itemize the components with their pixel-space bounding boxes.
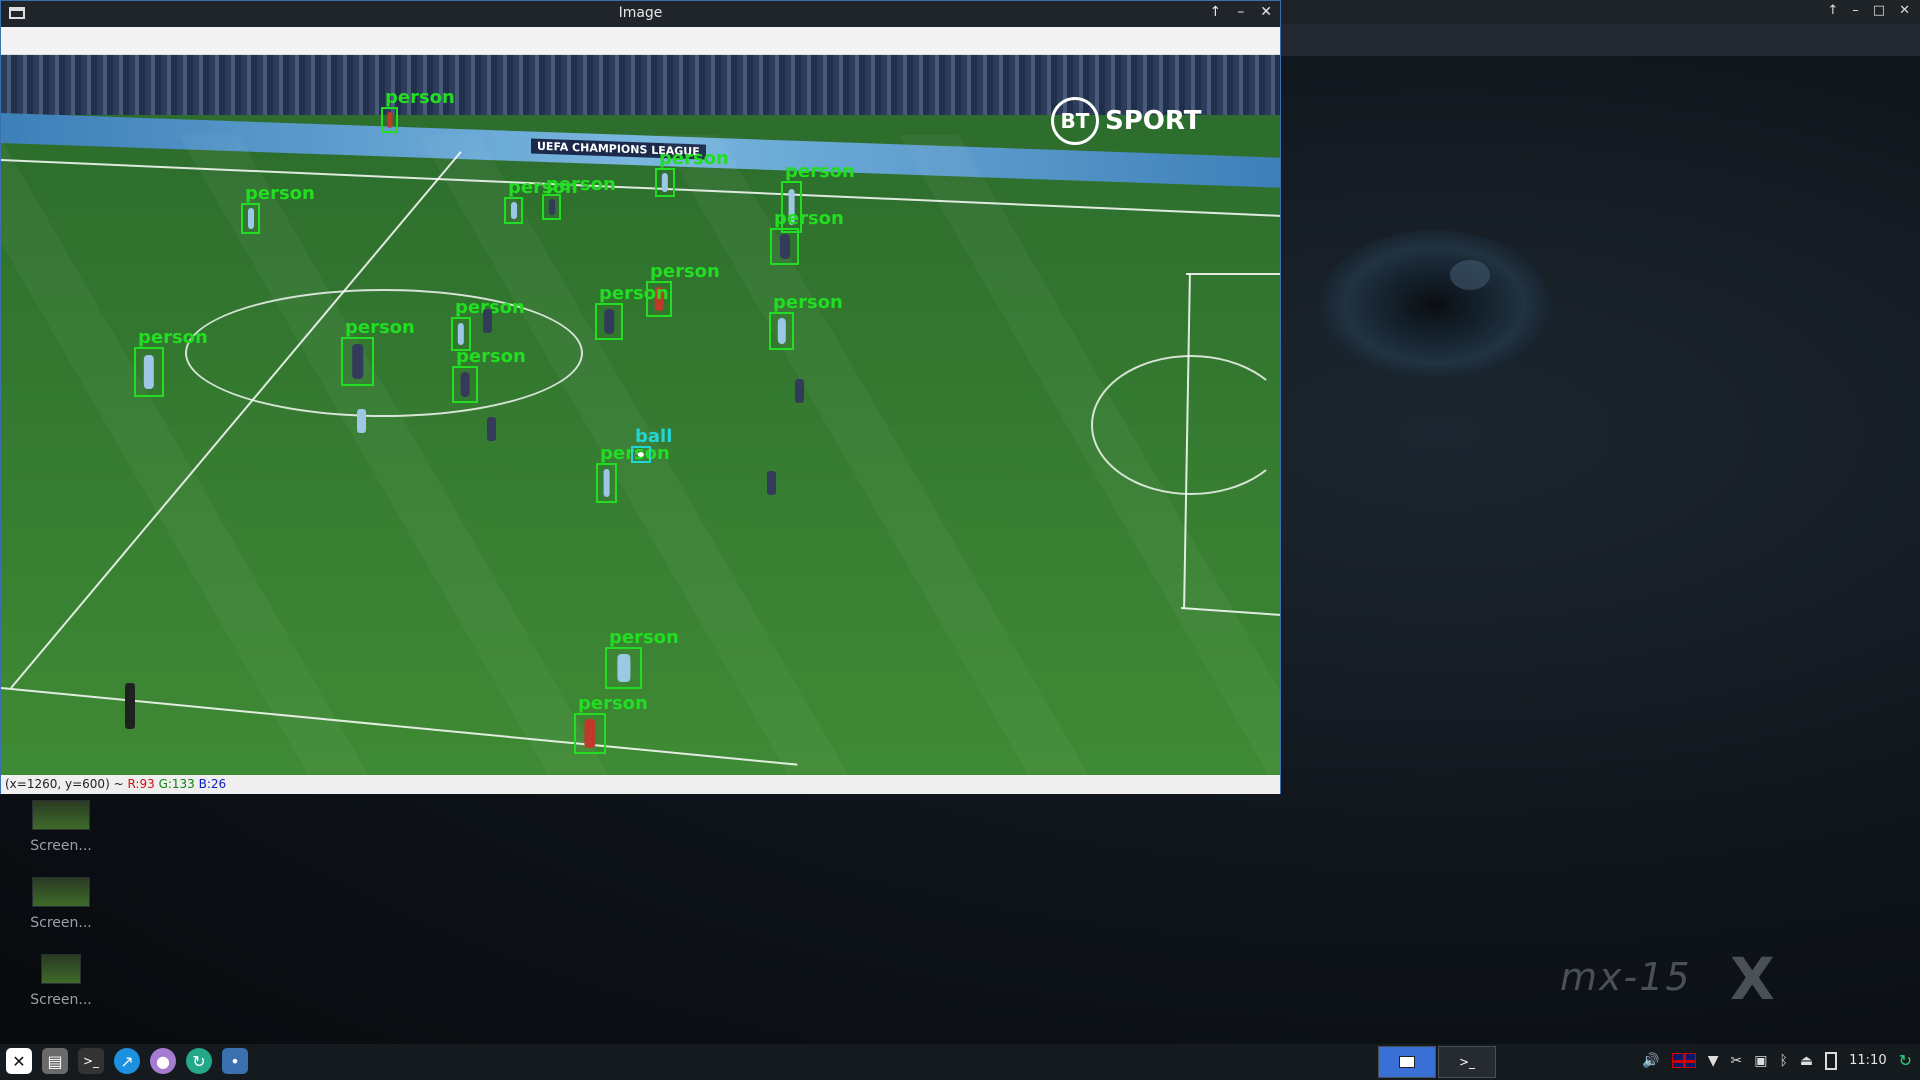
detection-box: person [542, 174, 616, 220]
close-icon[interactable]: ✕ [1899, 3, 1910, 18]
desktop-icon-screenshot-3[interactable]: Screen... [28, 954, 94, 1008]
wallpaper-cat-eye [1320, 230, 1550, 380]
detection-label: person [546, 174, 616, 195]
detection-box: person [381, 87, 455, 133]
desktop-icon-screenshot-1[interactable]: Screen... [28, 800, 94, 854]
volume-icon[interactable]: 🔊 [1642, 1053, 1659, 1069]
desktop-icon-label: Screen... [30, 992, 92, 1008]
update-status-icon[interactable]: ↻ [1899, 1051, 1912, 1070]
maximize-icon[interactable]: □ [1873, 3, 1885, 18]
wallpaper-brand: mx-15 [1560, 955, 1692, 999]
image-thumbnail [32, 877, 90, 907]
terminal-icon[interactable]: >_ [78, 1048, 104, 1074]
package-icon[interactable]: ▣ [1754, 1053, 1767, 1069]
detection-label: person [245, 183, 315, 204]
detection-label: person [785, 161, 855, 182]
detection-label: person [385, 87, 455, 108]
minimize-icon[interactable]: – [1852, 3, 1859, 18]
network-icon[interactable]: ▼ [1708, 1053, 1719, 1069]
file-manager-icon[interactable]: ▤ [42, 1048, 68, 1074]
detection-box: person [504, 177, 578, 224]
detection-box: person [605, 627, 679, 689]
detection-label: ball [635, 426, 673, 447]
desktop-icon-label: Screen... [30, 838, 92, 854]
clock[interactable]: 11:10 [1849, 1053, 1886, 1068]
battery-icon[interactable] [1825, 1051, 1838, 1070]
image-canvas[interactable]: UEFA CHAMPIONS LEAGUE BT SPORT person per… [1, 55, 1280, 775]
detection-label: person [456, 346, 526, 367]
green-value: G:133 [158, 777, 195, 791]
close-icon[interactable]: ✕ [1260, 4, 1272, 20]
keyboard-layout-flag-icon[interactable] [1671, 1053, 1696, 1068]
clipboard-icon[interactable]: ✂ [1731, 1053, 1743, 1069]
background-window-titlebar: ↑ – □ ✕ [1280, 0, 1920, 24]
window-title: Image [618, 5, 663, 21]
detection-label: person [650, 261, 720, 282]
pixel-status-bar: (x=1260, y=600) ~ R:93 G:133 B:26 [1, 775, 1280, 794]
bluetooth-icon[interactable]: ᛒ [1779, 1053, 1787, 1069]
detection-label: person [578, 693, 648, 714]
image-window[interactable]: Image ↑ – ✕ UEFA CHAMPIONS LEAGUE BT SPOR… [0, 0, 1281, 794]
background-window-toolbar [1280, 24, 1920, 56]
detection-label: person [773, 292, 843, 313]
minimize-icon[interactable]: – [1237, 4, 1244, 20]
detection-box: person [341, 317, 415, 386]
ball-detection-box: ball [631, 426, 672, 463]
desktop-icon-screenshot-2[interactable]: Screen... [28, 877, 94, 931]
detection-box: person [770, 208, 844, 265]
detection-label: person [138, 327, 208, 348]
detection-label: person [659, 148, 729, 169]
detection-box: person [595, 283, 669, 340]
penalty-arc [1091, 355, 1280, 495]
task-terminal-window[interactable]: >_ [1438, 1046, 1496, 1078]
image-thumbnail [41, 954, 81, 984]
detection-box: person [241, 183, 315, 234]
red-value: R:93 [127, 777, 155, 791]
image-thumbnail [32, 800, 90, 830]
detection-label: person [609, 627, 679, 648]
keep-above-icon[interactable]: ↑ [1210, 4, 1222, 20]
window-titlebar[interactable]: Image ↑ – ✕ [1, 1, 1280, 27]
detection-box: person [452, 346, 526, 403]
taskbar: ✕ ▤ >_ ↗ ● ↻ • >_ 🔊 ▼ ✂ ▣ ᛒ ⏏ 11:10 ↻ [0, 1044, 1920, 1080]
eject-icon[interactable]: ⏏ [1800, 1053, 1813, 1069]
cursor-coordinates: (x=1260, y=600) ~ [5, 777, 124, 791]
detection-box: person [596, 443, 670, 503]
python-icon[interactable]: • [222, 1048, 248, 1074]
detection-label: person [345, 317, 415, 338]
mx-menu-icon[interactable]: ✕ [6, 1048, 32, 1074]
maximize-up-icon[interactable]: ↑ [1827, 3, 1838, 18]
detection-box: person [134, 327, 208, 397]
broadcaster-logo: BT SPORT [1051, 97, 1201, 145]
blue-value: B:26 [198, 777, 227, 791]
detection-box: person [769, 292, 843, 350]
wallpaper-mark: X [1730, 945, 1775, 1013]
browser-icon[interactable]: ↗ [114, 1048, 140, 1074]
update-icon[interactable]: ↻ [186, 1048, 212, 1074]
paint-icon[interactable]: ● [150, 1048, 176, 1074]
window-toolbar [1, 27, 1280, 55]
task-image-window[interactable] [1378, 1046, 1436, 1078]
detection-box: person [574, 693, 648, 754]
detection-box: person [655, 148, 729, 197]
desktop-icon-label: Screen... [30, 915, 92, 931]
detection-label: person [599, 283, 669, 304]
detection-label: person [774, 208, 844, 229]
